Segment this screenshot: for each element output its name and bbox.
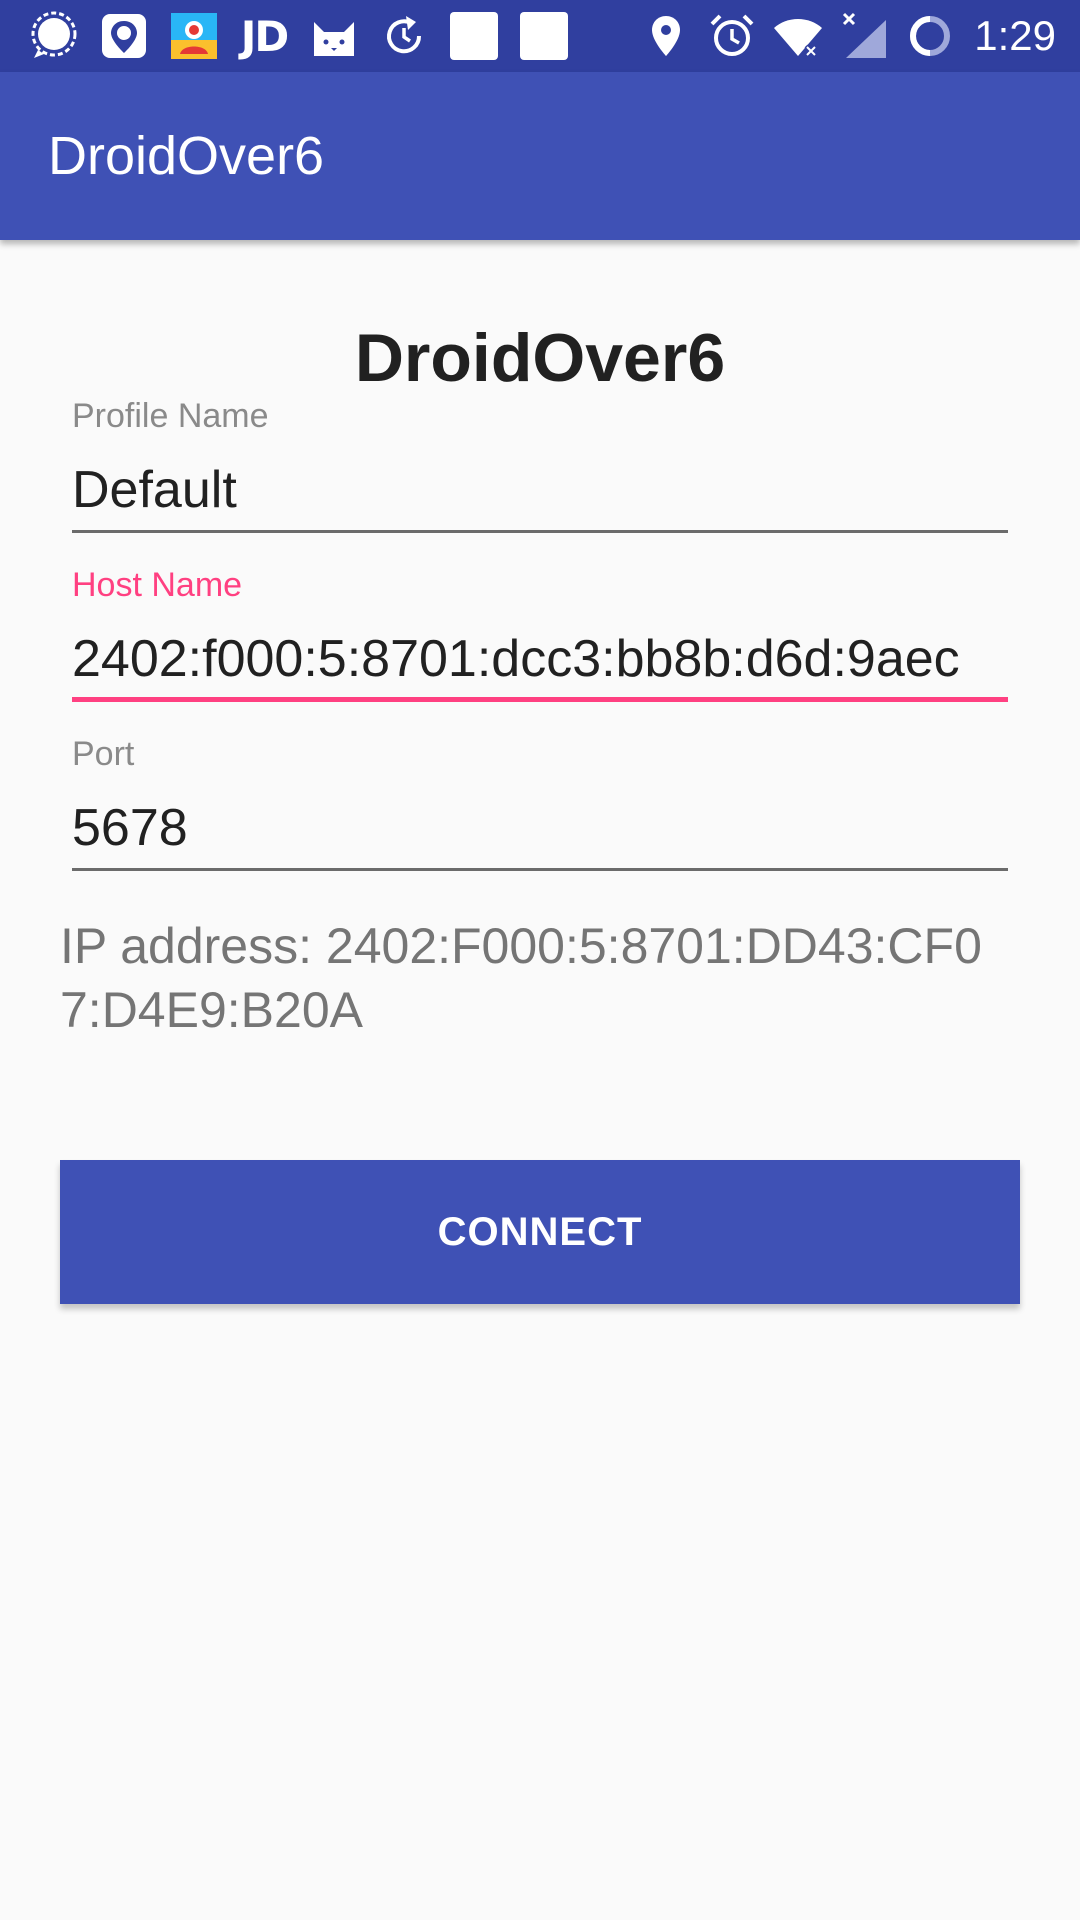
- system-icons: 1:29: [640, 10, 1056, 62]
- ip-address-text: IP address: 2402:F000:5:8701:DD43:CF07:D…: [60, 918, 982, 1038]
- port-label: Port: [72, 735, 135, 773]
- notification-icons: JD: [28, 10, 570, 62]
- jd-label: JD: [240, 11, 289, 61]
- profile-name-underline: [72, 530, 1008, 533]
- jd-icon: JD: [238, 10, 290, 62]
- alarm-icon: [706, 10, 758, 62]
- host-name-label: Host Name: [72, 566, 243, 604]
- signal-messenger-icon: [28, 10, 80, 62]
- battery-ring-icon: [904, 10, 956, 62]
- port-underline: [72, 868, 1008, 871]
- location-icon: [640, 10, 692, 62]
- clock: 1:29: [974, 12, 1056, 59]
- du-map-icon: [98, 10, 150, 62]
- port-input[interactable]: 5678: [72, 796, 1008, 860]
- blank-square-icon: [448, 10, 500, 62]
- status-bar: JD 1:29: [0, 0, 1080, 72]
- page-title: DroidOver6: [354, 320, 726, 396]
- host-name-underline: [72, 697, 1008, 702]
- cell-signal-icon: [838, 10, 890, 62]
- wifi-icon: [772, 10, 824, 62]
- host-name-input[interactable]: 2402:f000:5:8701:dcc3:bb8b:d6d:9aec: [72, 627, 1008, 691]
- app-bar-title: DroidOver6: [48, 126, 325, 186]
- contacts-app-icon: [168, 10, 220, 62]
- connect-button[interactable]: CONNECT: [60, 1160, 1020, 1304]
- profile-name-label: Profile Name: [72, 397, 269, 435]
- cat-app-icon: [308, 10, 360, 62]
- profile-name-input[interactable]: Default: [72, 458, 1008, 522]
- sync-icon: [378, 10, 430, 62]
- blank-square-icon: [518, 10, 570, 62]
- app-bar: DroidOver6: [0, 72, 1080, 240]
